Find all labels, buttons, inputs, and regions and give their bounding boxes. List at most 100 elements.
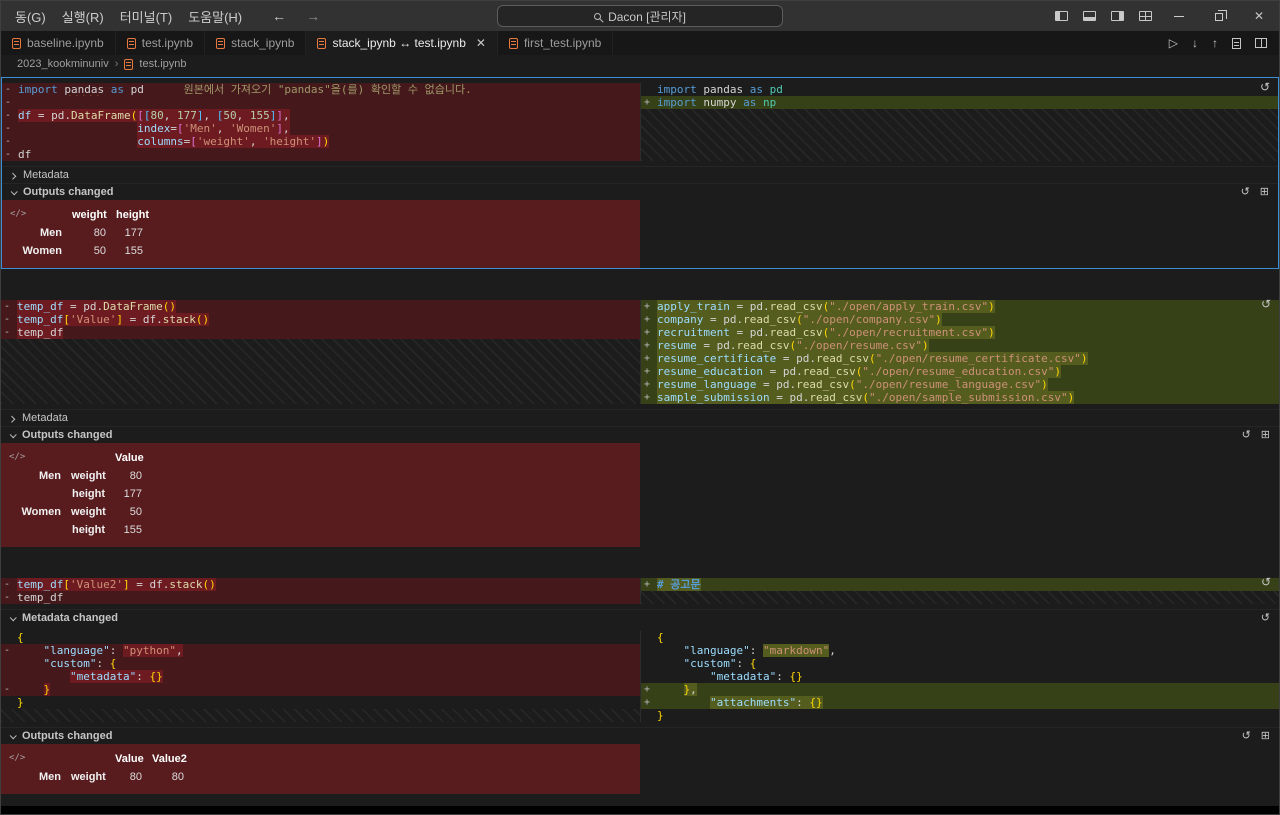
revert-icon[interactable]: ↺ <box>1260 81 1270 93</box>
tab-baseline-ipynb[interactable]: baseline.ipynb <box>1 31 116 55</box>
section-outputs-changed[interactable]: Outputs changed ↺ ⊞ <box>1 426 1279 443</box>
code-line[interactable]: - } <box>1 683 640 696</box>
dataframe-header-cell: Value <box>115 753 144 765</box>
code-line[interactable]: + # 공고문 <box>641 578 1279 591</box>
close-icon[interactable]: ✕ <box>476 37 486 49</box>
tab-first-test-ipynb[interactable]: first_test.ipynb <box>497 31 614 55</box>
code-line[interactable]: - temp_df = pd.DataFrame() <box>1 300 640 313</box>
revert-icon[interactable]: ↺ <box>1241 186 1250 198</box>
code-line[interactable]: + "attachments": {} <box>641 696 1279 709</box>
table-icon[interactable]: ⊞ <box>1261 730 1270 742</box>
revert-icon[interactable]: ↺ <box>1242 429 1251 441</box>
code-line[interactable]: - <box>2 96 640 109</box>
table-icon[interactable]: ⊞ <box>1260 186 1269 198</box>
code-line[interactable]: + resume_language = pd.read_csv("./open/r… <box>641 378 1279 391</box>
code-line[interactable]: - df <box>2 148 640 161</box>
code-line[interactable]: - temp_df['Value'] = df.stack() <box>1 313 640 326</box>
code-line[interactable]: + resume_education = pd.read_csv("./open/… <box>641 365 1279 378</box>
revert-icon[interactable]: ↺ <box>1261 612 1270 624</box>
forward-icon[interactable]: → <box>306 8 320 24</box>
code-line[interactable]: + company = pd.read_csv("./open/company.c… <box>641 313 1279 326</box>
layout-sidebar-left-icon[interactable] <box>1047 1 1075 31</box>
section-metadata[interactable]: Metadata <box>1 409 1279 426</box>
code-line[interactable]: { <box>641 631 1279 644</box>
dataframe-cell <box>15 485 71 503</box>
diff-pane-right[interactable]: + apply_train = pd.read_csv("./open/apply… <box>640 300 1279 404</box>
arrow-down-icon[interactable]: ↓ <box>1192 37 1198 49</box>
chevron-right-icon[interactable] <box>8 415 16 423</box>
code-line[interactable]: "custom": { <box>641 657 1279 670</box>
code-line[interactable]: + resume = pd.read_csv("./open/resume.csv… <box>641 339 1279 352</box>
diff-pane-right[interactable]: + # 공고문 <box>640 578 1279 604</box>
layout-sidebar-right-icon[interactable] <box>1103 1 1131 31</box>
back-icon[interactable]: ← <box>272 8 286 24</box>
run-all-icon[interactable]: ▷ <box>1169 37 1178 49</box>
split-editor-icon[interactable] <box>1255 38 1267 48</box>
arrow-up-icon[interactable]: ↑ <box>1212 37 1218 49</box>
code-line[interactable]: - temp_df <box>1 326 640 339</box>
tab-stack-ipynb[interactable]: stack_ipynb <box>205 31 307 55</box>
diff-removed-marker: - <box>5 136 12 147</box>
restore-icon[interactable] <box>1199 1 1239 31</box>
code-line[interactable]: - index=['Men', 'Women'], <box>2 122 640 135</box>
table-icon[interactable]: ⊞ <box>1261 429 1270 441</box>
diff-removed-marker: - <box>4 327 11 338</box>
code-line[interactable]: "language": "markdown", <box>641 644 1279 657</box>
code-line[interactable]: + }, <box>641 683 1279 696</box>
customize-layout-icon[interactable] <box>1131 1 1159 31</box>
code-line[interactable]: "metadata": {} <box>1 670 640 683</box>
code-line[interactable]: } <box>641 709 1279 722</box>
revert-icon[interactable]: ↺ <box>1261 576 1271 588</box>
diff-pane-left[interactable]: - temp_df = pd.DataFrame() - temp_df['Value… <box>1 300 640 404</box>
revert-icon[interactable]: ↺ <box>1242 730 1251 742</box>
code-line[interactable]: + recruitment = pd.read_csv("./open/recru… <box>641 326 1279 339</box>
dataframe-cell: height <box>72 488 105 500</box>
code-line[interactable]: - df = pd.DataFrame([[80, 177], [50, 155]… <box>2 109 640 122</box>
diff-filler <box>641 109 1278 161</box>
code-line[interactable]: import pandas as pd <box>641 83 1278 96</box>
chevron-down-icon[interactable] <box>9 613 17 621</box>
diff-pane-right[interactable]: import pandas as pd + import numpy as np <box>640 83 1278 161</box>
code-line[interactable]: { <box>1 631 640 644</box>
menu-item[interactable]: 터미널(T) <box>112 7 180 26</box>
code-line[interactable]: - import pandas as pd 원본에서 가져오기 "pandas"을… <box>2 83 640 96</box>
chevron-down-icon[interactable] <box>9 731 17 739</box>
section-metadata-changed[interactable]: Metadata changed ↺ <box>1 609 1279 626</box>
breadcrumb-folder[interactable]: 2023_kookminuniv <box>17 58 109 70</box>
code-line[interactable]: - temp_df <box>1 591 640 604</box>
menu-item[interactable]: 동(G) <box>7 7 54 26</box>
code-line[interactable]: "custom": { <box>1 657 640 670</box>
section-metadata[interactable]: Metadata <box>2 166 1278 183</box>
code-line[interactable]: } <box>1 696 640 709</box>
tab-test-ipynb[interactable]: test.ipynb <box>115 31 206 55</box>
chevron-down-icon[interactable] <box>9 430 17 438</box>
code-line[interactable]: + sample_submission = pd.read_csv("./open… <box>641 391 1279 404</box>
code-line[interactable]: - columns=['weight', 'height']) <box>2 135 640 148</box>
menu-item[interactable]: 도움말(H) <box>180 7 250 26</box>
revert-icon[interactable]: ↺ <box>1261 298 1271 310</box>
minimize-glyph <box>1174 15 1184 17</box>
code-line[interactable]: - temp_df['Value2'] = df.stack() <box>1 578 640 591</box>
diff-pane-left[interactable]: - import pandas as pd 원본에서 가져오기 "pandas"을… <box>2 83 640 161</box>
close-icon[interactable]: ✕ <box>1239 1 1279 31</box>
chevron-right-icon[interactable] <box>9 172 17 180</box>
open-file-icon[interactable] <box>1232 37 1241 49</box>
chevron-down-icon[interactable] <box>10 187 18 195</box>
code-line[interactable]: + apply_train = pd.read_csv("./open/apply… <box>641 300 1279 313</box>
notebook-cell-3: - temp_df['Value2'] = df.stack() - temp_df +… <box>1 573 1279 794</box>
menu-item[interactable]: 실행(R) <box>54 7 112 26</box>
code-line[interactable]: - "language": "python", <box>1 644 640 657</box>
command-center-search[interactable]: Dacon [관리자] <box>497 5 783 27</box>
minimize-icon[interactable] <box>1159 1 1199 31</box>
section-outputs-changed[interactable]: Outputs changed ↺ ⊞ <box>1 727 1279 744</box>
tab-stack-ipynb-test-ipynb[interactable]: stack_ipynb ↔ test.ipynb ✕ <box>306 31 498 55</box>
code-line[interactable]: + import numpy as np <box>641 96 1278 109</box>
section-outputs-changed[interactable]: Outputs changed ↺ ⊞ <box>2 183 1278 200</box>
code-line[interactable]: "metadata": {} <box>641 670 1279 683</box>
diff-pane-left[interactable]: {- "language": "python", "custom": { "me… <box>1 631 640 722</box>
breadcrumb-file[interactable]: test.ipynb <box>139 58 186 70</box>
code-line[interactable]: + resume_certificate = pd.read_csv("./ope… <box>641 352 1279 365</box>
diff-pane-left[interactable]: - temp_df['Value2'] = df.stack() - temp_df <box>1 578 640 604</box>
layout-panel-icon[interactable] <box>1075 1 1103 31</box>
diff-pane-right[interactable]: { "language": "markdown", "custom": { "m… <box>640 631 1279 722</box>
